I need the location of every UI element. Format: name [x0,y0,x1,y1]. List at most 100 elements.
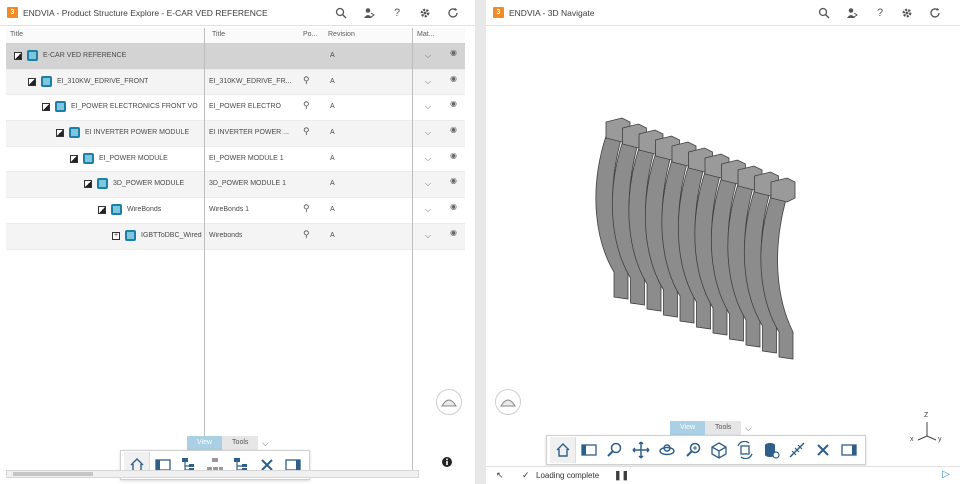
chevron-down-icon[interactable]: ⌵ [425,77,431,87]
col-title[interactable]: Title [10,31,23,38]
refresh-icon[interactable] [446,6,460,20]
chevron-down-icon[interactable]: ⌵ [425,128,431,138]
collapse-icon[interactable] [56,129,64,138]
search-icon[interactable] [334,6,348,20]
column-divider[interactable] [412,28,413,472]
visibility-eye-icon[interactable]: ◉ [450,228,457,237]
tree-row-name[interactable]: WireBonds [127,206,161,213]
user-share-icon[interactable] [845,6,859,20]
measure-icon[interactable] [784,437,810,463]
tree-row[interactable]: 3D_POWER MODULE 3D_POWER MODULE 1 A ⌵ ◉ [6,172,465,199]
rotate-icon[interactable] [654,437,680,463]
settings-icon[interactable] [900,6,914,20]
tree-row[interactable]: + IGBTToDBC_Wired Wirebonds ⚲ A ⌵ ◉ [6,223,465,250]
right-panel-title: ENDVIA - 3D Navigate [509,8,595,18]
expand-icon[interactable]: + [112,231,120,240]
collapse-icon[interactable] [14,52,22,60]
database-icon[interactable] [758,437,784,463]
right-title-bar: 3 ENDVIA - 3D Navigate ? [486,0,960,26]
expand-icon[interactable]: ▷ [942,469,950,480]
product-icon [83,152,94,164]
visibility-eye-icon[interactable]: ◉ [450,99,457,108]
zoom-icon[interactable] [602,437,628,463]
tree-row-name[interactable]: EI_310KW_EDRIVE_FRONT [57,78,148,85]
tree-row[interactable]: EI_POWER ELECTRONICS FRONT VO EI_POWER EL… [6,95,465,122]
tree-row-name[interactable]: EI INVERTER POWER MODULE [85,129,189,136]
tree-row-name[interactable]: 3D_POWER MODULE [113,180,184,187]
collapse-icon[interactable] [28,77,36,86]
tree-row-name[interactable]: EI_POWER MODULE [99,155,168,162]
col-title-2[interactable]: Title [212,31,225,38]
swap-view-icon[interactable] [732,437,758,463]
col-maturity[interactable]: Mat... [417,31,435,38]
tree-row-name[interactable]: EI_POWER ELECTRONICS FRONT VO [71,103,198,110]
chevron-down-icon[interactable]: ⌵ [425,154,431,164]
close-icon[interactable] [810,437,836,463]
cursor-icon[interactable]: ↖ [496,470,504,481]
refresh-icon[interactable] [928,6,942,20]
chevron-down-icon[interactable]: ⌵ [741,421,755,435]
lock-search-icon[interactable]: ⚲ [303,126,310,137]
tree-row-name[interactable]: IGBTToDBC_Wired [141,232,202,239]
tree-row-title: EI_POWER MODULE 1 [209,154,284,162]
visibility-eye-icon[interactable]: ◉ [450,202,457,211]
chevron-down-icon[interactable]: ⌵ [258,436,272,450]
visibility-eye-icon[interactable]: ◉ [450,125,457,134]
tree-row[interactable]: EI_POWER MODULE EI_POWER MODULE 1 A ⌵ ◉ [6,147,465,173]
tab-view[interactable]: View [670,421,706,435]
collapse-icon[interactable] [84,180,92,189]
chevron-down-icon[interactable]: ⌵ [425,179,431,189]
col-revision[interactable]: Revision [328,31,355,38]
tree-row-title: EI_310KW_EDRIVE_FR... [209,77,292,85]
view-cube-icon[interactable] [706,437,732,463]
lock-search-icon[interactable]: ⚲ [303,100,310,111]
help-icon[interactable]: ? [873,6,887,20]
pause-icon[interactable]: ❚❚ [614,470,629,481]
tree-row-title: EI INVERTER POWER ... [209,129,289,137]
panel-divider[interactable] [475,0,486,484]
visibility-eye-icon[interactable]: ◉ [450,151,457,160]
app-logo: 3 [493,7,504,18]
settings-icon[interactable] [418,6,432,20]
collapse-icon[interactable] [70,154,78,163]
user-share-icon[interactable] [362,6,376,20]
chevron-down-icon[interactable]: ⌵ [425,102,431,112]
pan-icon[interactable] [628,437,654,463]
product-icon [27,50,38,61]
collapse-icon[interactable] [42,103,50,112]
tab-tools[interactable]: Tools [705,421,742,435]
search-icon[interactable] [817,6,831,20]
tree-row[interactable]: WireBonds WireBonds 1 ⚲ A ⌵ ◉ [6,198,465,224]
lock-search-icon[interactable]: ⚲ [303,75,310,86]
panel-toggle-icon[interactable] [576,437,602,463]
product-icon [111,204,122,216]
visibility-eye-icon[interactable]: ◉ [450,176,457,185]
visibility-eye-icon[interactable]: ◉ [450,48,457,57]
chevron-down-icon[interactable]: ⌵ [425,231,431,241]
tree-row[interactable]: EI_310KW_EDRIVE_FRONT EI_310KW_EDRIVE_FR.… [6,69,465,96]
help-icon[interactable]: ? [390,6,404,20]
compass-icon[interactable] [495,389,521,415]
info-icon[interactable] [440,455,454,469]
home-icon[interactable] [550,437,576,463]
compass-icon[interactable] [436,389,462,415]
zoom-area-icon[interactable] [680,437,706,463]
3d-model-viewport[interactable] [586,110,846,400]
side-panel-icon[interactable] [836,437,862,463]
tab-tools[interactable]: Tools [222,436,259,450]
visibility-eye-icon[interactable]: ◉ [450,74,457,83]
horizontal-scrollbar[interactable] [6,470,419,478]
col-position[interactable]: Po... [303,31,317,38]
tree-row[interactable]: EI INVERTER POWER MODULE EI INVERTER POWE… [6,121,465,147]
collapse-icon[interactable] [98,206,106,215]
chevron-down-icon[interactable]: ⌵ [425,205,431,215]
chevron-down-icon[interactable]: ⌵ [425,51,431,61]
lock-search-icon[interactable]: ⚲ [303,229,310,240]
lock-search-icon[interactable]: ⚲ [303,203,310,214]
tree-row[interactable]: E-CAR VED REFERENCE A ⌵ ◉ [6,44,465,70]
scrollbar-thumb[interactable] [13,472,93,476]
tab-view[interactable]: View [187,436,223,450]
right-action-bar [546,435,866,465]
tree-row-name[interactable]: E-CAR VED REFERENCE [43,52,126,59]
column-divider[interactable] [204,28,205,472]
